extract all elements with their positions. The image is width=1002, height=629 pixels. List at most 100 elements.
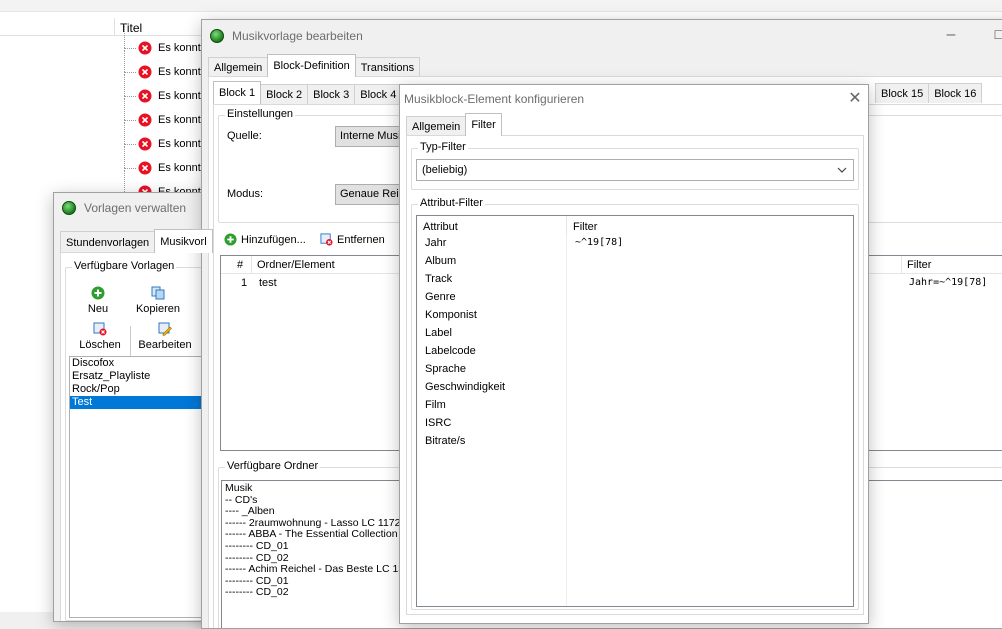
attr-name: Album [425, 255, 457, 267]
attr-name: Geschwindigkeit [425, 381, 506, 393]
error-icon [138, 89, 152, 103]
error-text: Es konnte [158, 138, 207, 150]
tab-block-3[interactable]: Block 3 [307, 84, 356, 104]
musikblock-titlebar[interactable]: Musikblock-Element konfigurieren [400, 85, 868, 113]
attr-table-header: Attribut Filter [417, 216, 853, 234]
add-icon [224, 233, 237, 246]
error-text: Es konnte [158, 162, 207, 174]
tab-block-15[interactable]: Block 15 [875, 83, 930, 103]
tab-block-16[interactable]: Block 16 [928, 83, 983, 103]
toolbar-divider [130, 326, 131, 360]
table-row[interactable]: Geschwindigkeit [417, 378, 853, 396]
error-icon [138, 161, 152, 175]
typ-filter-group: Typ-Filter (beliebig) [411, 141, 859, 190]
error-icon [138, 113, 152, 127]
column-header-filter[interactable]: Filter [573, 221, 597, 233]
attribut-filter-table[interactable]: Attribut Filter Jahr ~^19[78] Album Track Ge… [416, 215, 854, 607]
window-title: Vorlagen verwalten [84, 201, 187, 215]
attr-name: Track [425, 273, 453, 285]
table-row[interactable]: Genre [417, 288, 853, 306]
attr-name: Genre [425, 291, 456, 303]
filter-panel: Typ-Filter (beliebig) Attribut-Filter At… [406, 135, 864, 615]
error-icon [138, 65, 152, 79]
attr-name: Komponist [425, 309, 477, 321]
delete-list-icon [320, 233, 333, 246]
table-row[interactable]: ISRC [417, 414, 853, 432]
loeschen-label: Löschen [79, 339, 121, 351]
add-icon [91, 286, 105, 300]
tab-filter[interactable]: Filter [465, 113, 502, 136]
kopieren-button[interactable]: Kopieren [134, 286, 182, 315]
error-text: Es konnte [158, 42, 207, 54]
error-text: Es konnte [158, 114, 207, 126]
musikvorlage-titlebar[interactable]: Musikvorlage bearbeiten [202, 20, 1002, 52]
error-text: Es konnte [158, 66, 207, 78]
attr-name: Jahr [425, 237, 447, 249]
table-row[interactable]: Track [417, 270, 853, 288]
table-row[interactable]: Komponist [417, 306, 853, 324]
column-header-ordner[interactable]: Ordner/Element [257, 259, 335, 271]
quelle-label: Quelle: [227, 130, 262, 142]
einstellungen-title: Einstellungen [225, 108, 296, 120]
minimize-icon[interactable]: – [942, 26, 960, 44]
tab-allgemein[interactable]: Allgemein [208, 57, 269, 77]
neu-button[interactable]: Neu [78, 286, 118, 315]
tab-block-4[interactable]: Block 4 [354, 84, 403, 104]
entfernen-label: Entfernen [337, 233, 385, 246]
copy-icon [151, 286, 165, 300]
kopieren-label: Kopieren [135, 303, 181, 315]
attr-name: ISRC [425, 417, 452, 429]
column-header-filter[interactable]: Filter [907, 259, 931, 271]
chevron-down-icon [837, 167, 847, 173]
tab-block-1[interactable]: Block 1 [213, 81, 262, 104]
group-title: Verfügbare Vorlagen [72, 260, 177, 272]
attr-name: Film [425, 399, 446, 411]
table-row[interactable]: Jahr ~^19[78] [417, 234, 853, 252]
entfernen-button[interactable]: Entfernen [320, 233, 385, 246]
typ-filter-select[interactable]: (beliebig) [416, 159, 854, 181]
table-row[interactable]: Film [417, 396, 853, 414]
table-row[interactable]: Album [417, 252, 853, 270]
row-filter: Jahr=~^19[78] [909, 277, 988, 288]
error-text: Es konnte [158, 90, 207, 102]
ordner-group-title: Verfügbare Ordner [225, 460, 321, 472]
table-row[interactable]: Labelcode [417, 342, 853, 360]
tab-transitions[interactable]: Transitions [354, 57, 421, 77]
bearbeiten-button[interactable]: Bearbeiten [136, 322, 194, 351]
window-title: Musikvorlage bearbeiten [232, 29, 363, 43]
typ-filter-title: Typ-Filter [418, 141, 468, 153]
typ-filter-value: (beliebig) [422, 164, 468, 176]
row-name: test [259, 277, 277, 289]
app-icon [62, 201, 76, 215]
column-header-attribut[interactable]: Attribut [423, 221, 458, 233]
hinzufuegen-label: Hinzufügen... [241, 233, 306, 246]
tab-allgemein[interactable]: Allgemein [406, 116, 467, 136]
app-icon [210, 29, 224, 43]
tab-stundenvorlagen[interactable]: Stundenvorlagen [60, 231, 156, 253]
attr-group-title: Attribut-Filter [418, 197, 485, 209]
error-icon [138, 41, 152, 55]
tab-musikvorlagen[interactable]: Musikvorl [154, 229, 213, 253]
row-num: 1 [241, 277, 248, 289]
hinzufuegen-button[interactable]: Hinzufügen... [224, 233, 306, 246]
attr-filter: ~^19[78] [575, 237, 624, 248]
modus-label: Modus: [227, 188, 264, 200]
window-title: Musikblock-Element konfigurieren [404, 92, 585, 106]
table-row[interactable]: Label [417, 324, 853, 342]
loeschen-button[interactable]: Löschen [78, 322, 122, 351]
maximize-icon[interactable]: ☐ [990, 26, 1002, 44]
attr-name: Sprache [425, 363, 466, 375]
close-icon[interactable]: ✕ [846, 90, 864, 108]
tab-block-2[interactable]: Block 2 [260, 84, 309, 104]
table-row[interactable]: Bitrate/s [417, 432, 853, 450]
background-top-strip [0, 0, 1002, 12]
musikblock-element-window: Musikblock-Element konfigurieren ✕ Allge… [399, 84, 869, 624]
column-header-num[interactable]: # [237, 259, 243, 271]
attr-name: Label [425, 327, 452, 339]
error-icon [138, 137, 152, 151]
attribut-filter-group: Attribut-Filter Attribut Filter Jahr ~^19… [411, 197, 859, 610]
table-row[interactable]: Sprache [417, 360, 853, 378]
delete-list-icon [93, 322, 107, 336]
tab-block-definition[interactable]: Block-Definition [267, 54, 356, 77]
attr-name: Bitrate/s [425, 435, 466, 447]
